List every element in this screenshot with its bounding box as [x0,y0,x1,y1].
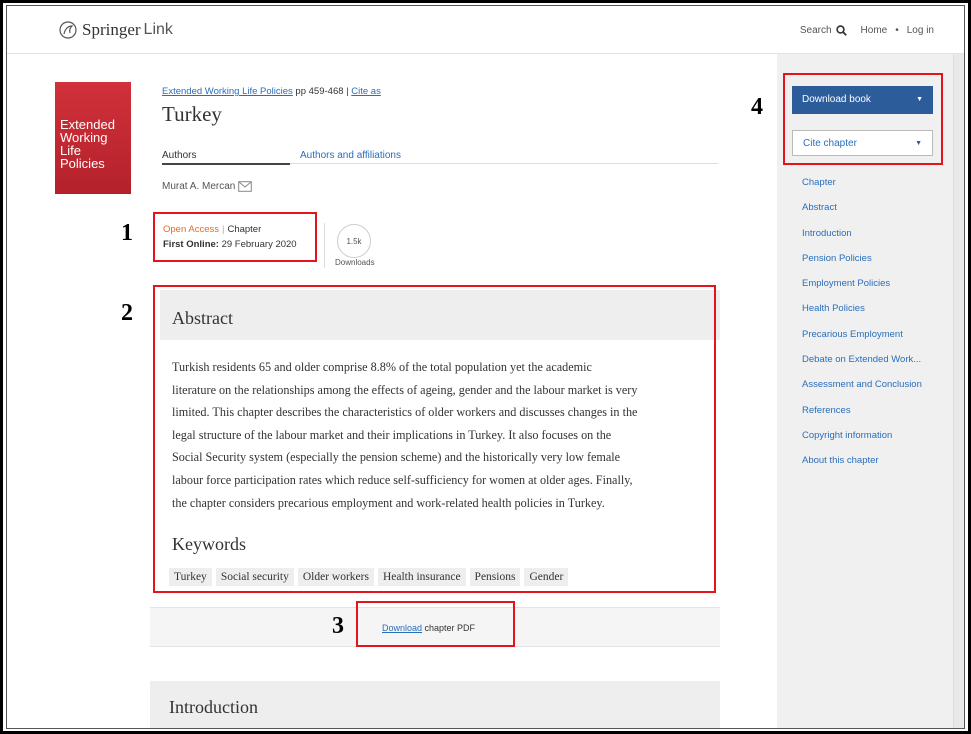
browser-viewport: Springer Link Search Home • Log in Exten… [6,5,965,729]
mail-icon[interactable] [238,181,253,192]
book-link[interactable]: Extended Working Life Policies [162,86,293,97]
toc-item[interactable]: About this chapter [802,454,922,479]
annotation-box-4 [783,73,943,165]
logo-springer-text: Springer [82,20,141,39]
annotation-number-2: 2 [121,300,133,326]
tab-authors[interactable]: Authors [162,150,290,165]
toc-item[interactable]: Debate on Extended Work... [802,353,922,378]
annotation-number-3: 3 [332,613,344,639]
nav-login[interactable]: Log in [907,25,934,36]
annotation-box-2 [153,285,716,593]
toc-item[interactable]: References [802,404,922,429]
header-nav: Search Home • Log in [800,25,934,36]
toc-item[interactable]: Employment Policies [802,277,922,302]
toc-item[interactable]: Pension Policies [802,252,922,277]
search-icon[interactable] [835,25,847,36]
toc-item[interactable]: Chapter [802,176,922,201]
author-tabs: Authors Authors and affiliations [162,144,718,165]
toc-item[interactable]: Introduction [802,227,922,252]
page-range: pp 459-468 | [292,86,352,97]
cover-title: Extended Working Life Policies [60,117,115,171]
breadcrumb: Extended Working Life Policies pp 459-46… [162,86,381,97]
annotation-number-1: 1 [121,220,133,246]
downloads-count: 1.5k [337,224,371,258]
meta-divider [324,223,325,268]
nav-separator: • [895,25,899,36]
chapter-title: Turkey [162,102,222,126]
annotation-box-1 [153,212,317,262]
nav-home[interactable]: Home [861,25,888,36]
tab-authors-affiliations[interactable]: Authors and affiliations [300,150,401,161]
nav-search[interactable]: Search [800,25,832,36]
toc-item[interactable]: Health Policies [802,302,922,327]
toc-item[interactable]: Assessment and Conclusion [802,378,922,403]
logo-link-text: Link [143,21,173,38]
annotation-box-3 [356,601,515,647]
cover-editors-placeholder [60,90,126,116]
author-name[interactable]: Murat A. Mercan [162,181,235,192]
book-cover[interactable]: Extended Working Life Policies [55,82,131,194]
cite-as-link[interactable]: Cite as [351,86,381,97]
annotation-number-4: 4 [751,94,763,120]
introduction-heading: Introduction [169,697,258,717]
toc-item[interactable]: Copyright information [802,429,922,454]
toc-item[interactable]: Precarious Employment [802,328,922,353]
toc-item[interactable]: Abstract [802,201,922,226]
site-header: Springer Link Search Home • Log in [7,6,964,54]
springer-horse-icon [59,21,77,39]
sidebar-scrollbar[interactable] [953,54,964,728]
springerlink-logo[interactable]: Springer Link [59,20,173,40]
table-of-contents: Chapter Abstract Introduction Pension Po… [802,176,922,480]
author-line: Murat A. Mercan [162,181,253,192]
introduction-section[interactable]: Introduction [150,681,720,728]
downloads-label: Downloads [335,258,375,267]
